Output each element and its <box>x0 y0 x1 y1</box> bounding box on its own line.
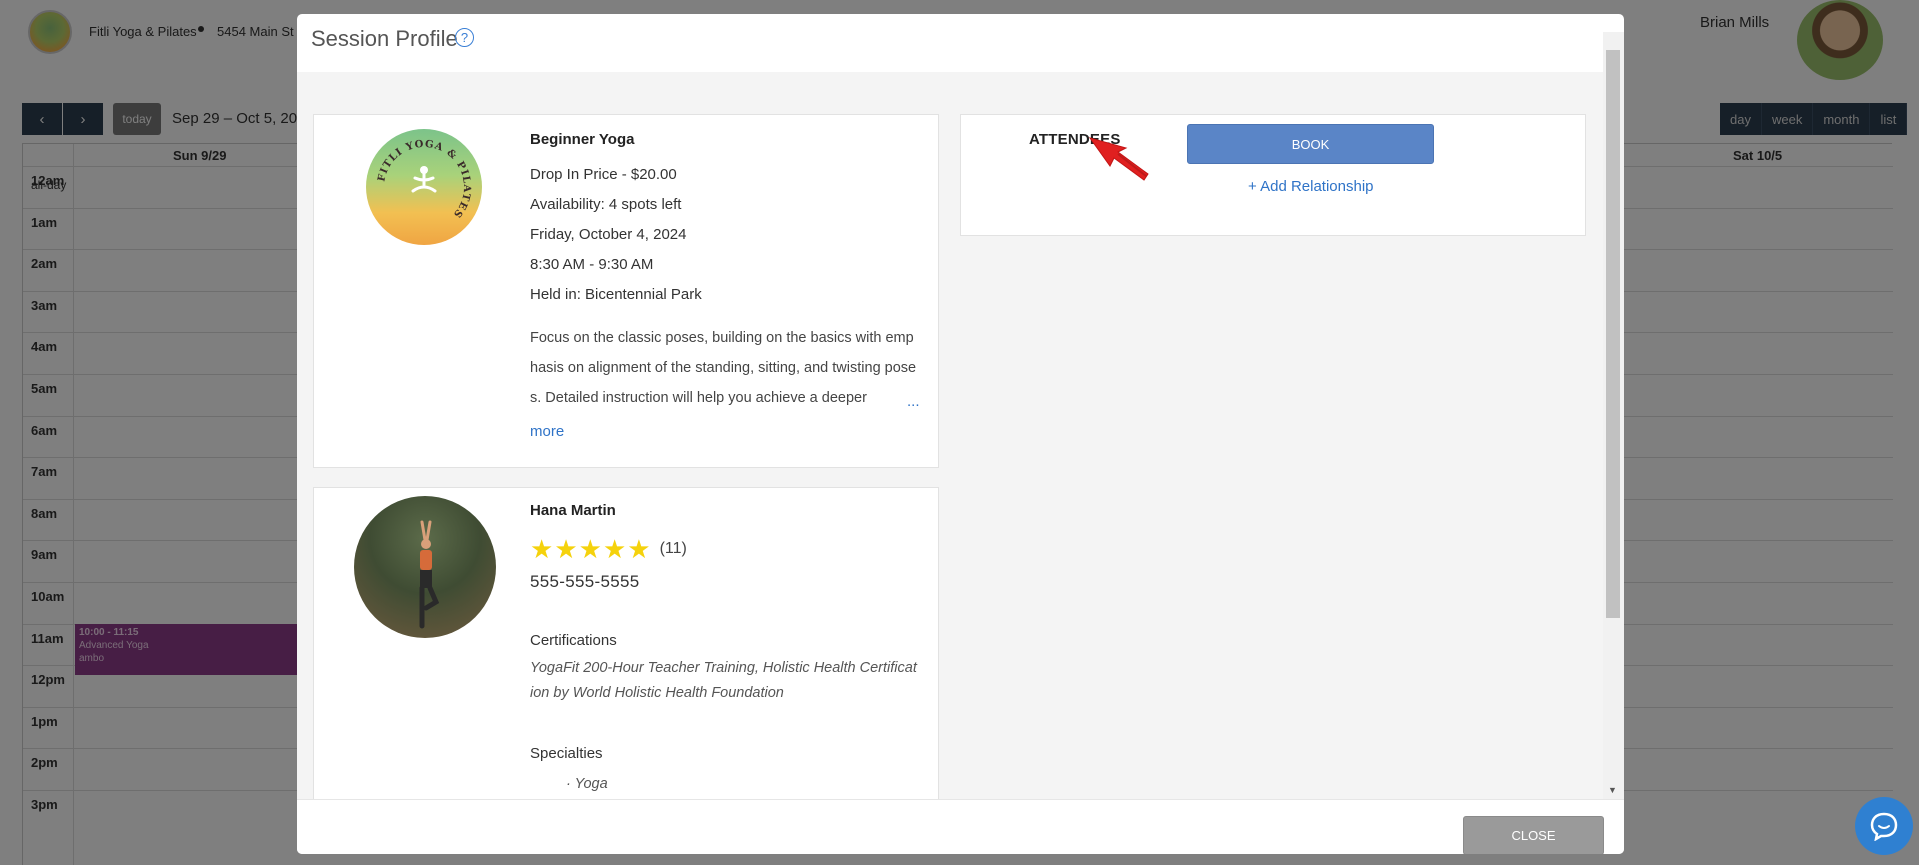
help-icon[interactable]: ? <box>455 28 474 47</box>
attendees-card: ATTENDEES BOOK + Add Relationship <box>960 114 1586 236</box>
instructor-photo <box>354 496 496 638</box>
session-price: Drop In Price - $20.00 <box>530 166 677 183</box>
session-date: Friday, October 4, 2024 <box>530 226 687 243</box>
session-location: Held in: Bicentennial Park <box>530 286 702 303</box>
modal-scrollbar[interactable]: ▼ <box>1603 32 1624 799</box>
instructor-phone: 555-555-5555 <box>530 572 640 591</box>
instructor-name: Hana Martin <box>530 502 616 519</box>
session-card: FITLI YOGA & PILATES Beginner Yoga Drop … <box>313 114 939 468</box>
chat-icon <box>1870 812 1898 841</box>
read-more-link[interactable]: more <box>530 423 564 440</box>
modal-title: Session Profile <box>311 26 458 51</box>
specialty-item: · Yoga <box>566 776 608 792</box>
modal-body: FITLI YOGA & PILATES Beginner Yoga Drop … <box>297 72 1603 799</box>
red-pointer-arrow-icon <box>1088 137 1149 181</box>
star-icon: ★ <box>554 534 578 564</box>
certifications-label: Certifications <box>530 632 617 649</box>
session-title: Beginner Yoga <box>530 131 635 148</box>
specialties-label: Specialties <box>530 745 603 762</box>
modal-footer: CLOSE <box>297 799 1624 854</box>
rating-count: (11) <box>659 540 687 557</box>
description-ellipsis[interactable]: ... <box>907 393 920 410</box>
star-icon: ★ <box>627 534 651 564</box>
session-availability: Availability: 4 spots left <box>530 196 682 213</box>
star-icon: ★ <box>602 534 627 564</box>
session-profile-modal: Session Profile ? FITLI YOGA & PILATES B… <box>297 14 1624 854</box>
certifications-text: YogaFit 200-Hour Teacher Training, Holis… <box>530 660 917 701</box>
star-icon: ★ <box>578 534 602 564</box>
add-relationship-link[interactable]: + Add Relationship <box>1248 178 1374 195</box>
meditation-icon <box>411 166 437 193</box>
chat-widget-button[interactable] <box>1855 797 1913 855</box>
session-description: Focus on the classic poses, building on … <box>530 330 917 406</box>
modal-header: Session Profile ? <box>297 14 1624 72</box>
book-button[interactable]: BOOK <box>1187 124 1434 164</box>
instructor-rating[interactable]: ★ ★ ★ ★ ★ (11) <box>530 536 687 562</box>
scrollbar-thumb[interactable] <box>1606 50 1620 618</box>
close-button[interactable]: CLOSE <box>1463 816 1604 854</box>
session-time: 8:30 AM - 9:30 AM <box>530 256 654 273</box>
session-logo: FITLI YOGA & PILATES <box>366 129 482 245</box>
star-icon: ★ <box>530 534 554 564</box>
scroll-down-icon[interactable]: ▼ <box>1608 785 1617 795</box>
instructor-figure <box>419 520 440 629</box>
instructor-card: Hana Martin ★ ★ ★ ★ ★ (11) 555-555-5555 Cert… <box>313 487 939 799</box>
